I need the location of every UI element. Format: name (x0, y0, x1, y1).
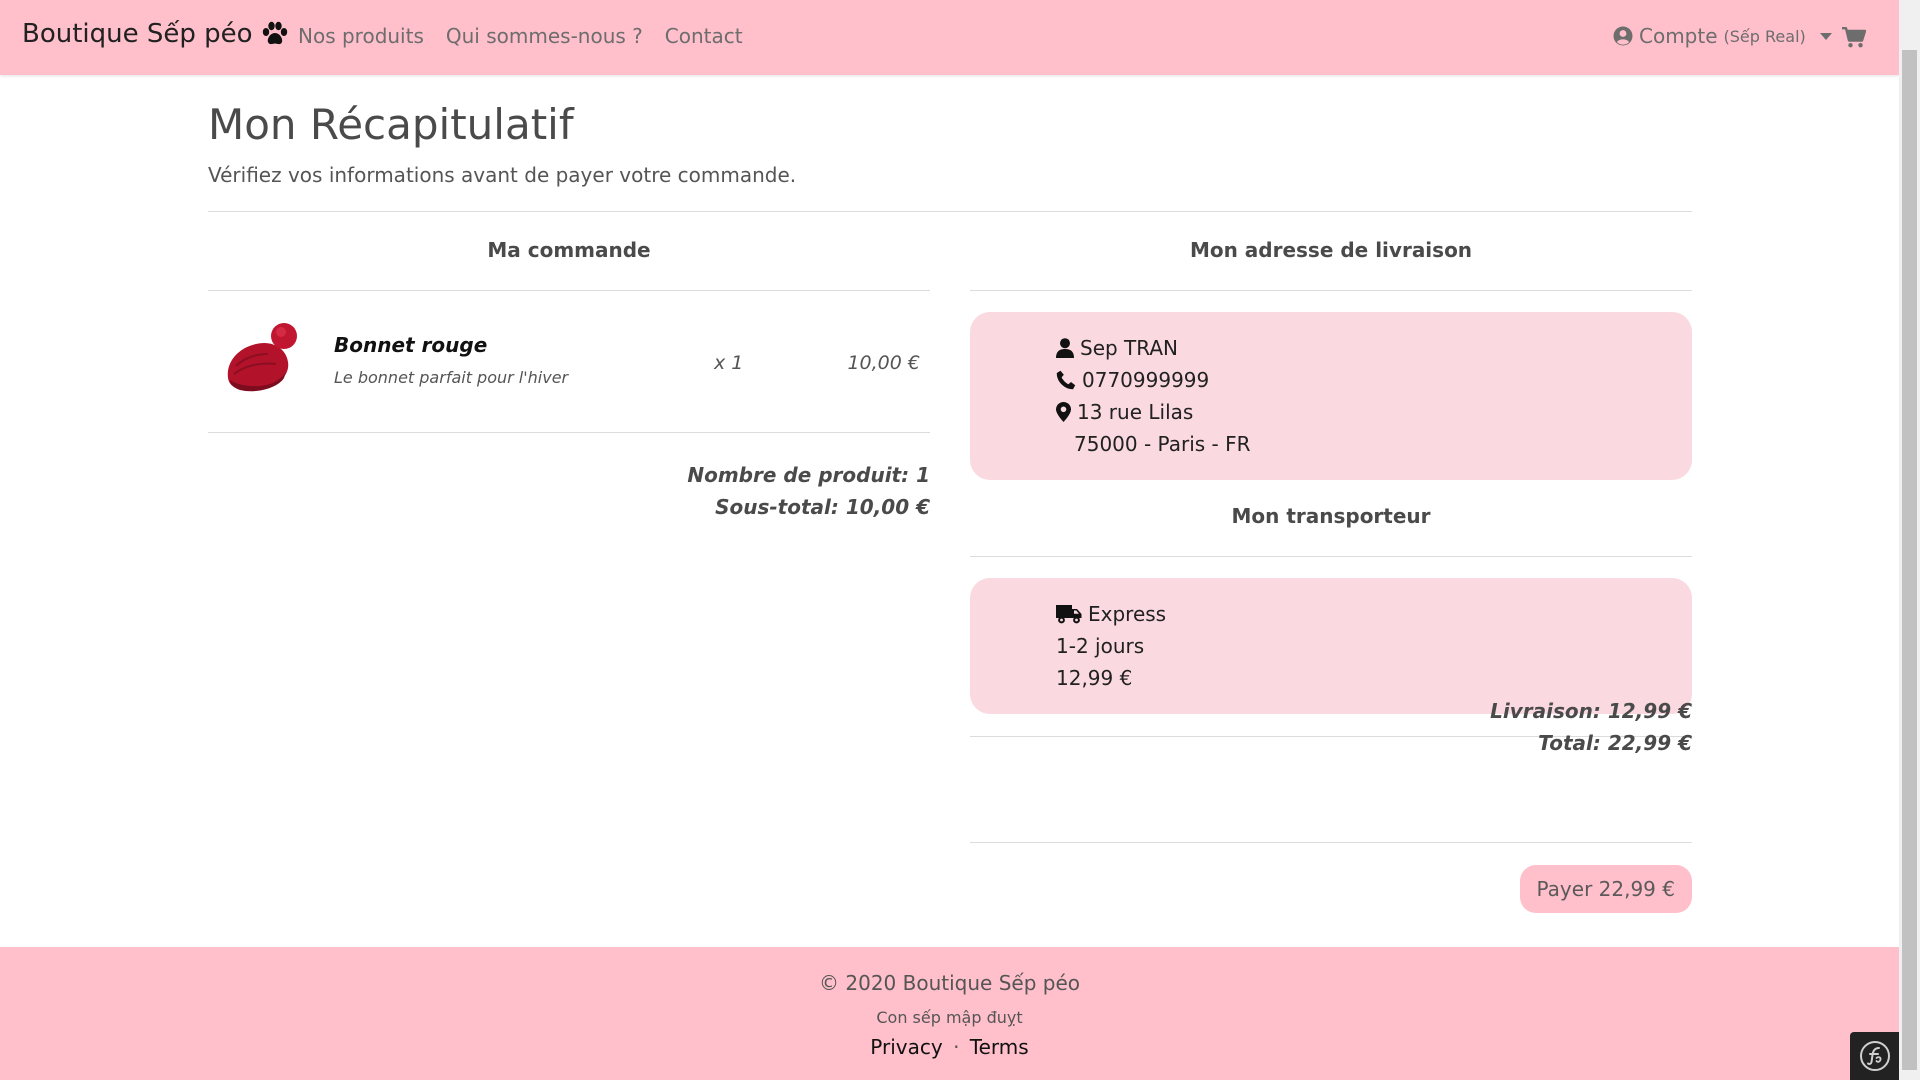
user-circle-icon (1613, 26, 1633, 46)
recipient-city: 75000 - Paris - FR (1074, 432, 1251, 456)
product-description: Le bonnet parfait pour l'hiver (334, 368, 569, 387)
symfony-toolbar-icon[interactable] (1850, 1032, 1899, 1080)
user-icon (1056, 338, 1074, 358)
recipient-name: Sep TRAN (1080, 336, 1178, 360)
product-count: Nombre de produit: 1 (687, 463, 930, 487)
carrier-heading: Mon transporteur (1231, 504, 1431, 528)
vertical-scrollbar[interactable] (1899, 0, 1920, 1080)
footer-copyright: © 2020 Boutique Sếp péo (819, 971, 1080, 995)
order-summary-totals: Livraison: 12,99 € Total: 22,99 € (1490, 695, 1692, 759)
divider (208, 211, 1692, 212)
subtotal: Sous-total: 10,00 € (715, 495, 930, 519)
privacy-link[interactable]: Privacy (870, 1035, 942, 1059)
page-title: Mon Récapitulatif (208, 100, 574, 149)
address-street-line: 13 rue Lilas (1056, 400, 1193, 424)
account-label: Compte (1639, 24, 1718, 48)
page: Boutique Sếp péo Nos produits Qui sommes… (0, 0, 1899, 1080)
carrier-card: Express 1-2 jours 12,99 € (970, 578, 1692, 714)
nav-link-products[interactable]: Nos produits (298, 24, 424, 48)
brand-name: Boutique Sếp péo (22, 19, 253, 49)
chevron-down-icon (1819, 32, 1832, 40)
shipping-cost: Livraison: 12,99 € (1490, 699, 1692, 723)
address-name-line: Sep TRAN (1056, 336, 1178, 360)
cart-icon[interactable] (1842, 27, 1866, 48)
divider (970, 556, 1692, 557)
scrollbar-thumb[interactable] (1902, 50, 1917, 1070)
product-quantity: x 1 (714, 352, 744, 374)
order-totals: Nombre de produit: 1 Sous-total: 10,00 € (687, 459, 930, 523)
brand-link[interactable]: Boutique Sếp péo (22, 19, 289, 49)
phone-icon (1056, 370, 1076, 390)
nav-link-contact[interactable]: Contact (665, 24, 743, 48)
address-phone-line: 0770999999 (1056, 368, 1209, 392)
carrier-delay: 1-2 jours (1056, 634, 1145, 658)
terms-link[interactable]: Terms (970, 1035, 1029, 1059)
nav-links: Nos produits Qui sommes-nous ? Contact (298, 24, 743, 48)
map-marker-icon (1056, 402, 1071, 422)
product-name: Bonnet rouge (334, 333, 488, 357)
recipient-phone: 0770999999 (1082, 368, 1210, 392)
divider (970, 842, 1692, 843)
order-total: Total: 22,99 € (1538, 731, 1692, 755)
carrier-price: 12,99 € (1056, 666, 1133, 690)
footer: © 2020 Boutique Sếp péo Con sếp mập đuỵt… (0, 947, 1899, 1080)
footer-separator: · (953, 1035, 960, 1059)
pay-button[interactable]: Payer 22,99 € (1519, 865, 1692, 913)
product-image (216, 318, 306, 408)
address-card: Sep TRAN 0770999999 13 rue Lilas 75000 -… (970, 312, 1692, 480)
navbar: Boutique Sếp péo Nos produits Qui sommes… (0, 0, 1899, 75)
nav-link-about[interactable]: Qui sommes-nous ? (446, 24, 643, 48)
divider (970, 290, 1692, 291)
order-item: Bonnet rouge Le bonnet parfait pour l'hi… (208, 290, 930, 432)
divider (208, 432, 930, 433)
truck-icon (1056, 604, 1082, 624)
product-price: 10,00 € (847, 352, 920, 374)
page-subtitle: Vérifiez vos informations avant de payer… (208, 163, 797, 187)
footer-links: Privacy · Terms (0, 1035, 1899, 1059)
carrier-name-line: Express (1056, 602, 1166, 626)
delivery-heading: Mon adresse de livraison (1189, 238, 1473, 262)
carrier-name: Express (1088, 602, 1167, 626)
recipient-street: 13 rue Lilas (1077, 400, 1194, 424)
account-username: (Sếp Real) (1723, 26, 1806, 46)
account-dropdown[interactable]: Compte (Sếp Real) (1613, 24, 1832, 48)
order-heading: Ma commande (487, 238, 651, 262)
footer-tagline: Con sếp mập đuỵt (876, 1008, 1023, 1027)
paw-icon (261, 21, 289, 47)
